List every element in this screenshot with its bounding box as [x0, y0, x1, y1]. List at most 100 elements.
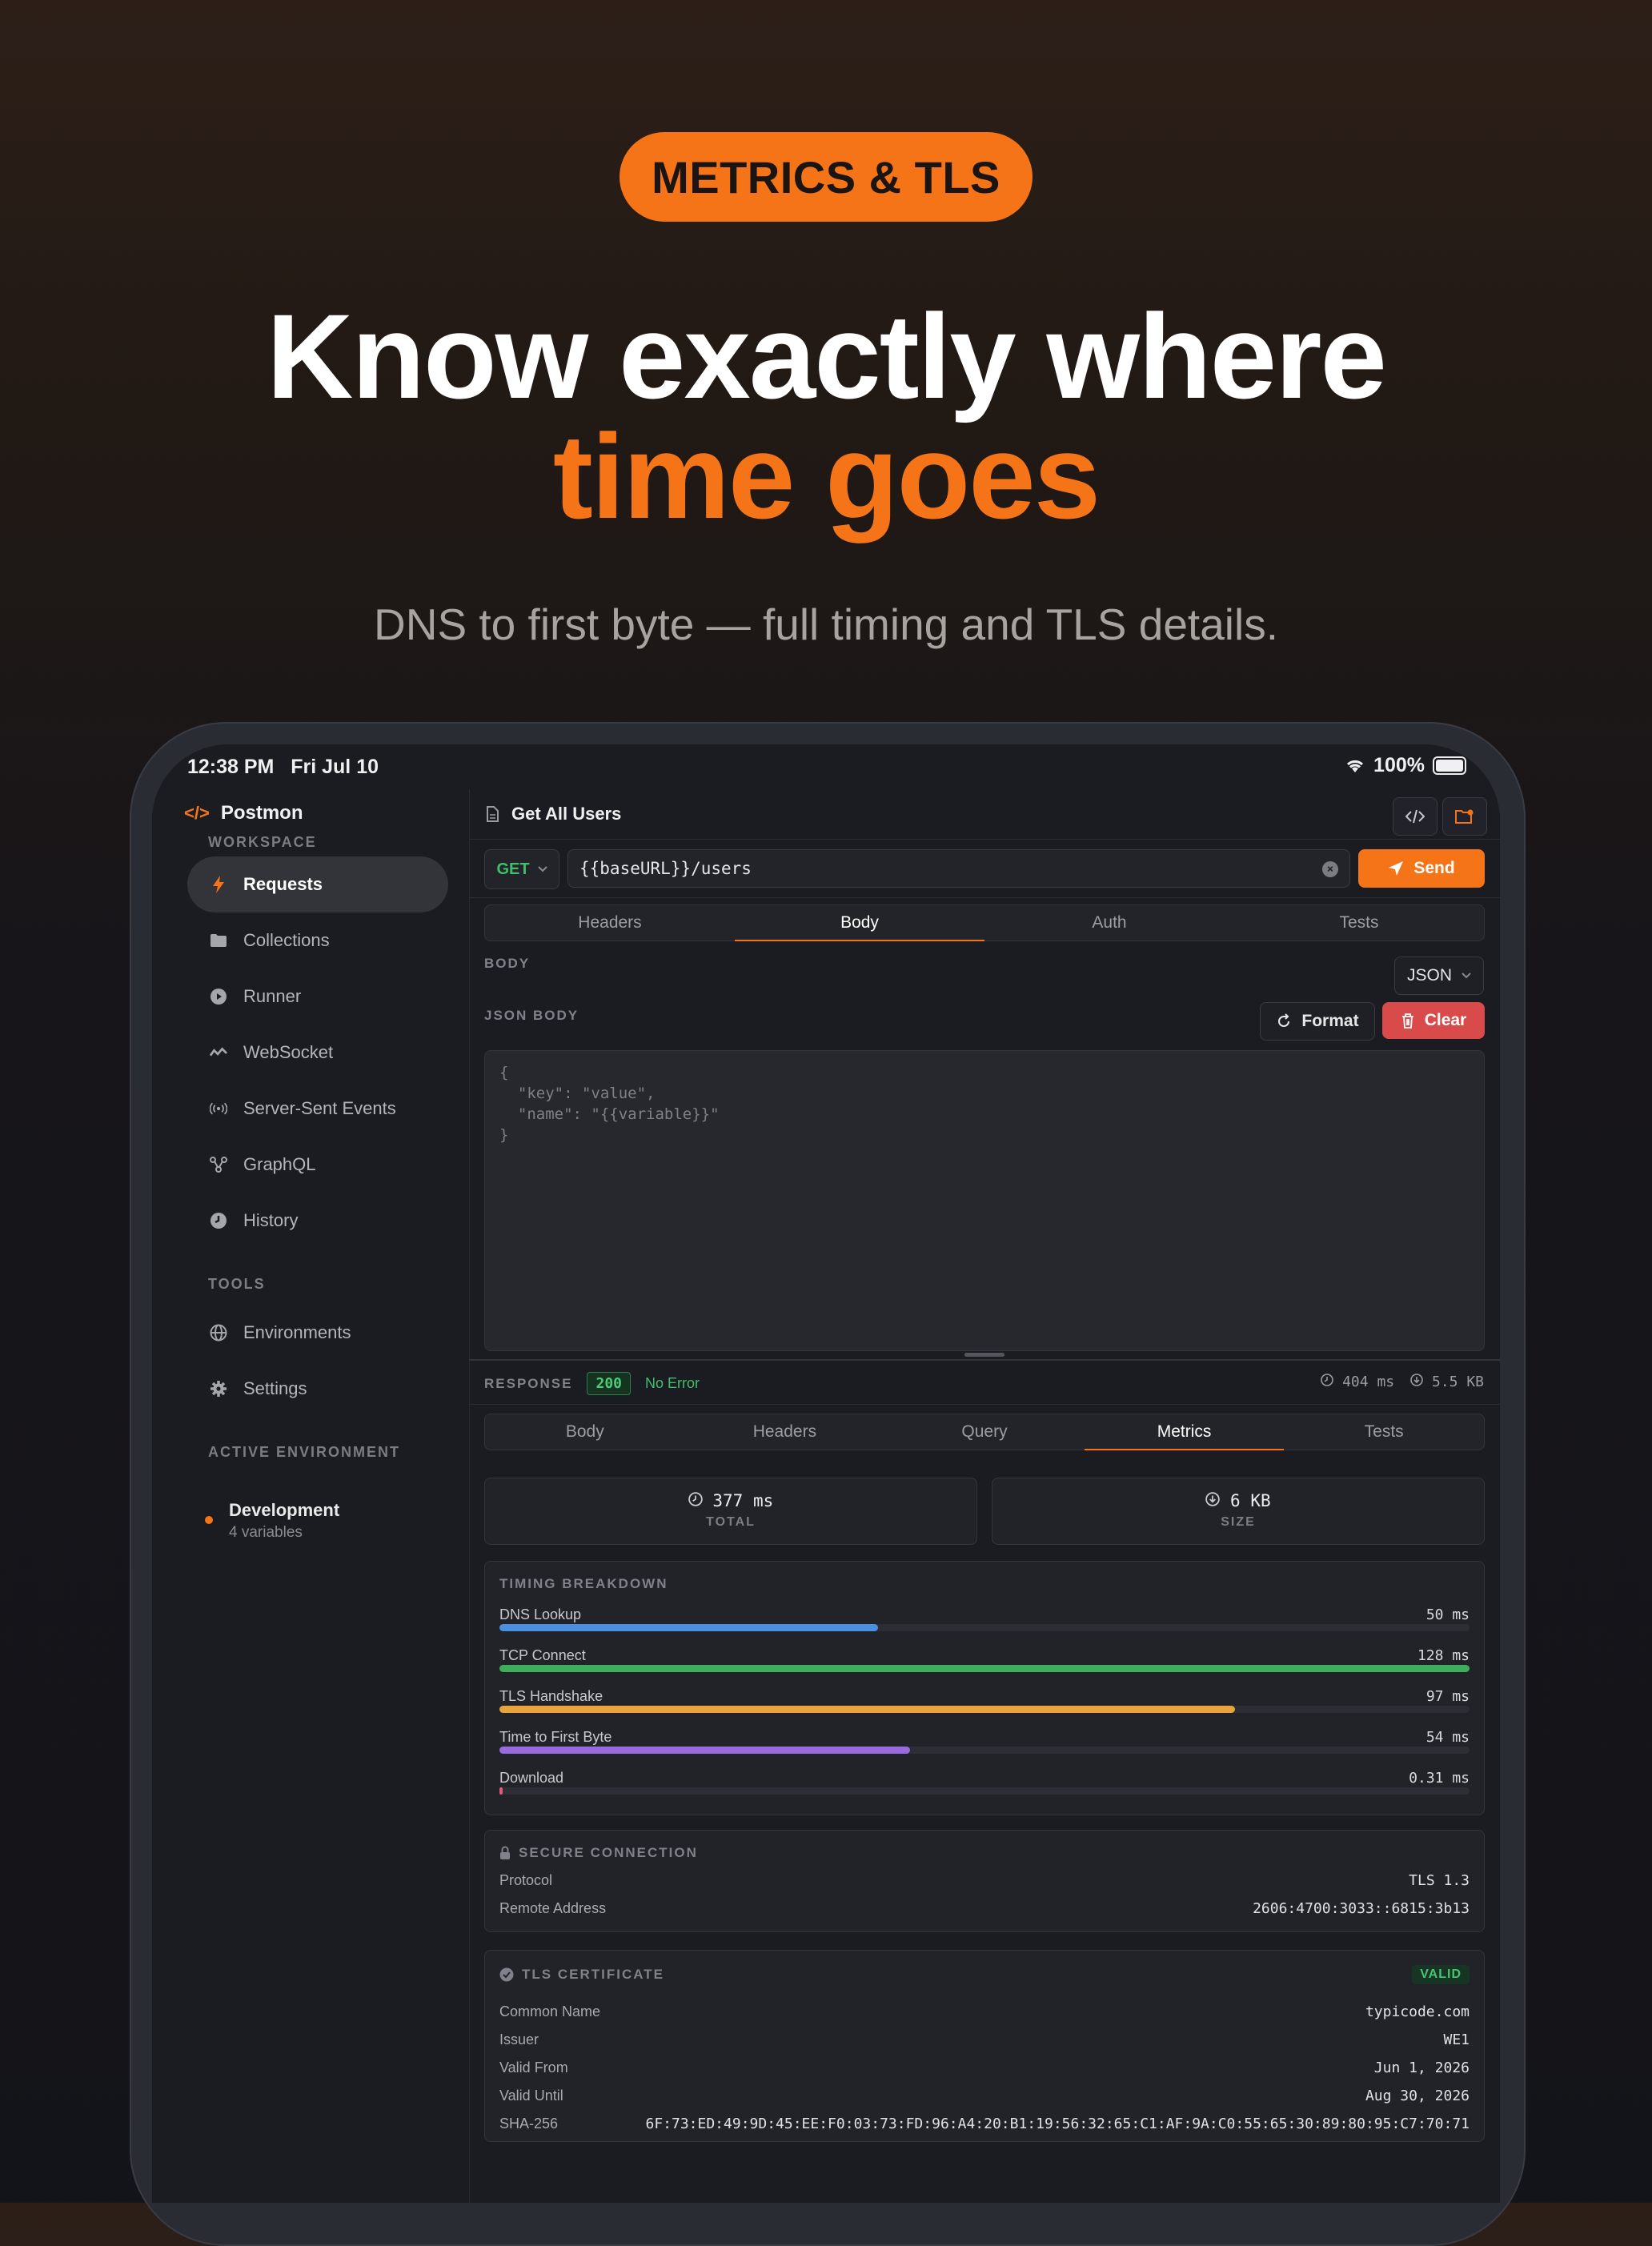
code-view-button[interactable]: [1393, 797, 1437, 836]
status-text: No Error: [645, 1375, 700, 1391]
chevron-down-icon: [537, 866, 547, 872]
timing-breakdown-card: TIMING BREAKDOWN DNS Lookup 50 ms TCP Conn…: [484, 1561, 1485, 1815]
tls-certificate-title-text: TLS CERTIFICATE: [522, 1967, 664, 1982]
tab-response-tests[interactable]: Tests: [1284, 1414, 1484, 1450]
size-label: SIZE: [1221, 1515, 1256, 1529]
protocol-label: Protocol: [499, 1872, 553, 1888]
tab-headers[interactable]: Headers: [485, 905, 735, 941]
timing-bar: [499, 1747, 910, 1754]
response-meta: 404 ms 5.5 KB: [1321, 1374, 1484, 1390]
certificate-field-label: SHA-256: [499, 2116, 559, 2132]
size-value: 6 KB: [992, 1491, 1484, 1510]
format-button[interactable]: Format: [1260, 1002, 1375, 1041]
timing-track: [499, 1624, 1470, 1631]
graph-icon: [210, 1156, 227, 1173]
chevron-down-icon: [1462, 973, 1471, 979]
sidebar-item-label: Server-Sent Events: [243, 1098, 396, 1118]
sidebar-item-runner[interactable]: Runner: [187, 969, 448, 1025]
sidebar-item-settings[interactable]: Settings: [187, 1361, 448, 1417]
certificate-field-label: Common Name: [499, 2003, 601, 2019]
tab-body[interactable]: Body: [735, 905, 984, 941]
sidebar-item-requests[interactable]: Requests: [187, 856, 448, 912]
method-select[interactable]: GET: [484, 849, 559, 889]
divider: [470, 1404, 1500, 1405]
certificate-field-value: WE1: [1443, 2031, 1470, 2048]
json-body-placeholder: { "key": "value", "name": "{{variable}}"…: [499, 1064, 720, 1144]
headline-line-1: Know exactly where: [267, 289, 1387, 423]
tab-response-body[interactable]: Body: [485, 1414, 685, 1450]
timing-bar: [499, 1706, 1235, 1713]
bolt-icon: [210, 876, 227, 893]
sidebar-item-label: History: [243, 1210, 299, 1230]
app-brand[interactable]: </> Postmon: [184, 802, 303, 824]
sidebar-item-graphql[interactable]: GraphQL: [187, 1137, 448, 1193]
sidebar-item-websocket[interactable]: WebSocket: [187, 1025, 448, 1081]
json-body-editor[interactable]: { "key": "value", "name": "{{variable}}"…: [484, 1050, 1485, 1351]
status-bar: 12:38 PM Fri Jul 10 100%: [152, 744, 1500, 789]
tls-certificate-card: TLS CERTIFICATE VALID Common Name typicod…: [484, 1950, 1485, 2142]
resize-handle[interactable]: [964, 1353, 1004, 1357]
json-body-label: JSON BODY: [484, 1008, 579, 1023]
total-time-stat: 377 ms TOTAL: [484, 1478, 977, 1545]
sidebar-item-history[interactable]: History: [187, 1193, 448, 1249]
tab-auth[interactable]: Auth: [984, 905, 1234, 941]
send-button[interactable]: Send: [1358, 849, 1485, 888]
url-bar: GET {{baseURL}}/users × Send: [484, 849, 1485, 889]
body-type-select[interactable]: JSON: [1394, 957, 1484, 995]
timing-track: [499, 1665, 1470, 1672]
clear-url-icon[interactable]: ×: [1322, 861, 1338, 877]
environment-name: Development: [229, 1500, 340, 1520]
sidebar-item-collections[interactable]: Collections: [187, 912, 448, 969]
save-to-collection-button[interactable]: [1442, 797, 1487, 836]
divider: [470, 897, 1500, 898]
workspace-section-label: WORKSPACE: [208, 834, 317, 850]
secure-connection-title-text: SECURE CONNECTION: [519, 1845, 698, 1860]
timing-track: [499, 1706, 1470, 1713]
certificate-valid-badge: VALID: [1412, 1965, 1470, 1984]
sidebar-item-label: Settings: [243, 1378, 307, 1398]
app-name: Postmon: [220, 802, 303, 824]
timing-bar: [499, 1624, 878, 1631]
headline-line-2: time goes: [552, 409, 1101, 543]
timing-bar: [499, 1665, 1470, 1672]
globe-icon: [210, 1324, 227, 1342]
folder-add-icon: [1455, 809, 1474, 824]
timing-bar: [499, 1787, 503, 1795]
status-right: 100%: [1345, 754, 1466, 777]
active-environment-label: ACTIVE ENVIRONMENT: [208, 1444, 401, 1460]
environment-variable-count: 4 variables: [229, 1524, 303, 1541]
certificate-field-label: Valid Until: [499, 2088, 563, 2104]
battery-icon: [1433, 756, 1466, 775]
timing-value: 50 ms: [1425, 1606, 1470, 1623]
timing-track: [499, 1787, 1470, 1795]
broadcast-icon: [210, 1100, 227, 1117]
main-panel: Get All Users GET {{baseURL}}/users × Se…: [470, 789, 1500, 2203]
wave-icon: [210, 1044, 227, 1061]
response-label: RESPONSE: [484, 1375, 573, 1391]
sidebar-item-label: Runner: [243, 986, 302, 1006]
tablet-screen: 12:38 PM Fri Jul 10 100% </> Postmon WOR…: [152, 744, 1500, 2203]
certificate-field-value: typicode.com: [1365, 2003, 1470, 2020]
total-time-label: TOTAL: [706, 1515, 756, 1529]
remote-address-value: 2606:4700:3033::6815:3b13: [1253, 1900, 1470, 1917]
active-environment[interactable]: Development 4 variables: [205, 1500, 339, 1542]
tab-response-query[interactable]: Query: [884, 1414, 1085, 1450]
body-label: BODY: [484, 956, 531, 971]
code-brackets-icon: [1405, 809, 1425, 824]
tab-response-headers[interactable]: Headers: [685, 1414, 885, 1450]
url-value: {{baseURL}}/users: [579, 859, 752, 878]
response-time: 404 ms: [1321, 1374, 1394, 1390]
clear-button[interactable]: Clear: [1382, 1002, 1485, 1039]
sidebar-item-server-sent-events[interactable]: Server-Sent Events: [187, 1081, 448, 1137]
sidebar-item-environments[interactable]: Environments: [187, 1305, 448, 1361]
timing-value: 0.31 ms: [1409, 1770, 1470, 1787]
tab-response-metrics[interactable]: Metrics: [1084, 1414, 1285, 1450]
sidebar-item-label: Environments: [243, 1322, 351, 1342]
tools-section-label: TOOLS: [208, 1276, 266, 1292]
url-input[interactable]: {{baseURL}}/users ×: [567, 849, 1350, 888]
sidebar-item-label: Requests: [243, 874, 323, 894]
sidebar-item-label: Collections: [243, 930, 330, 950]
timing-name: TCP Connect: [499, 1647, 586, 1663]
tab-tests[interactable]: Tests: [1234, 905, 1484, 941]
status-code-badge: 200: [587, 1372, 631, 1395]
